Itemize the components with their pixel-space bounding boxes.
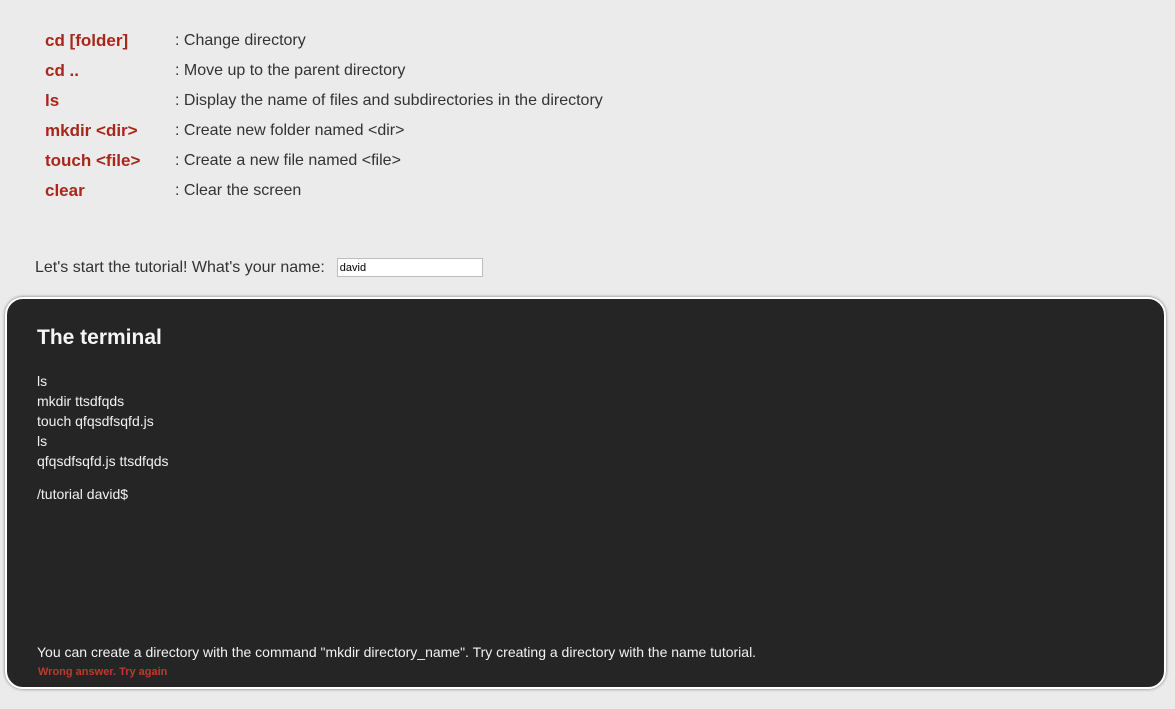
command-row-mkdir: mkdir <dir> : Create new folder named <d…: [45, 116, 603, 146]
command-row-clear: clear : Clear the screen: [45, 176, 603, 206]
command-name: ls: [45, 91, 60, 110]
command-row-cd: cd [folder] : Change directory: [45, 26, 603, 56]
terminal-title: The terminal: [37, 326, 162, 349]
history-line: touch qfqsdfsqfd.js: [37, 413, 154, 429]
command-name: cd ..: [45, 61, 80, 80]
history-line: ls: [37, 373, 48, 389]
command-name: cd [folder]: [45, 31, 129, 50]
terminal-panel[interactable]: The terminal ls mkdir ttsdfqds touch qfq…: [5, 297, 1166, 689]
history-line: mkdir ttsdfqds: [37, 393, 125, 409]
tutorial-page: cd [folder] : Change directory cd .. : M…: [0, 0, 1175, 709]
command-row-touch: touch <file> : Create a new file named <…: [45, 146, 603, 176]
command-description: : Create a new file named <file>: [175, 152, 401, 169]
terminal-history: ls mkdir ttsdfqds touch qfqsdfsqfd.js ls…: [37, 371, 169, 471]
command-description: : Clear the screen: [175, 182, 302, 199]
command-name: clear: [45, 181, 85, 200]
command-description: : Display the name of files and subdirec…: [175, 92, 603, 109]
command-reference-list: cd [folder] : Change directory cd .. : M…: [45, 26, 603, 206]
command-name: mkdir <dir>: [45, 121, 138, 140]
command-row-ls: ls : Display the name of files and subdi…: [45, 86, 603, 116]
name-label: Let's start the tutorial! What's your na…: [35, 258, 325, 276]
history-line: ls: [37, 433, 48, 449]
command-description: : Create new folder named <dir>: [175, 122, 405, 139]
name-prompt: Let's start the tutorial! What's your na…: [35, 258, 483, 277]
history-line: qfqsdfsqfd.js ttsdfqds: [37, 453, 169, 469]
command-name: touch <file>: [45, 151, 141, 170]
command-row-cd-up: cd .. : Move up to the parent directory: [45, 56, 603, 86]
tutorial-hint: You can create a directory with the comm…: [37, 644, 757, 660]
error-message: Wrong answer. Try again: [38, 666, 168, 678]
command-description: : Change directory: [175, 32, 306, 49]
command-description: : Move up to the parent directory: [175, 62, 406, 79]
name-input[interactable]: [336, 258, 483, 277]
terminal-prompt[interactable]: /tutorial david$: [37, 486, 128, 502]
